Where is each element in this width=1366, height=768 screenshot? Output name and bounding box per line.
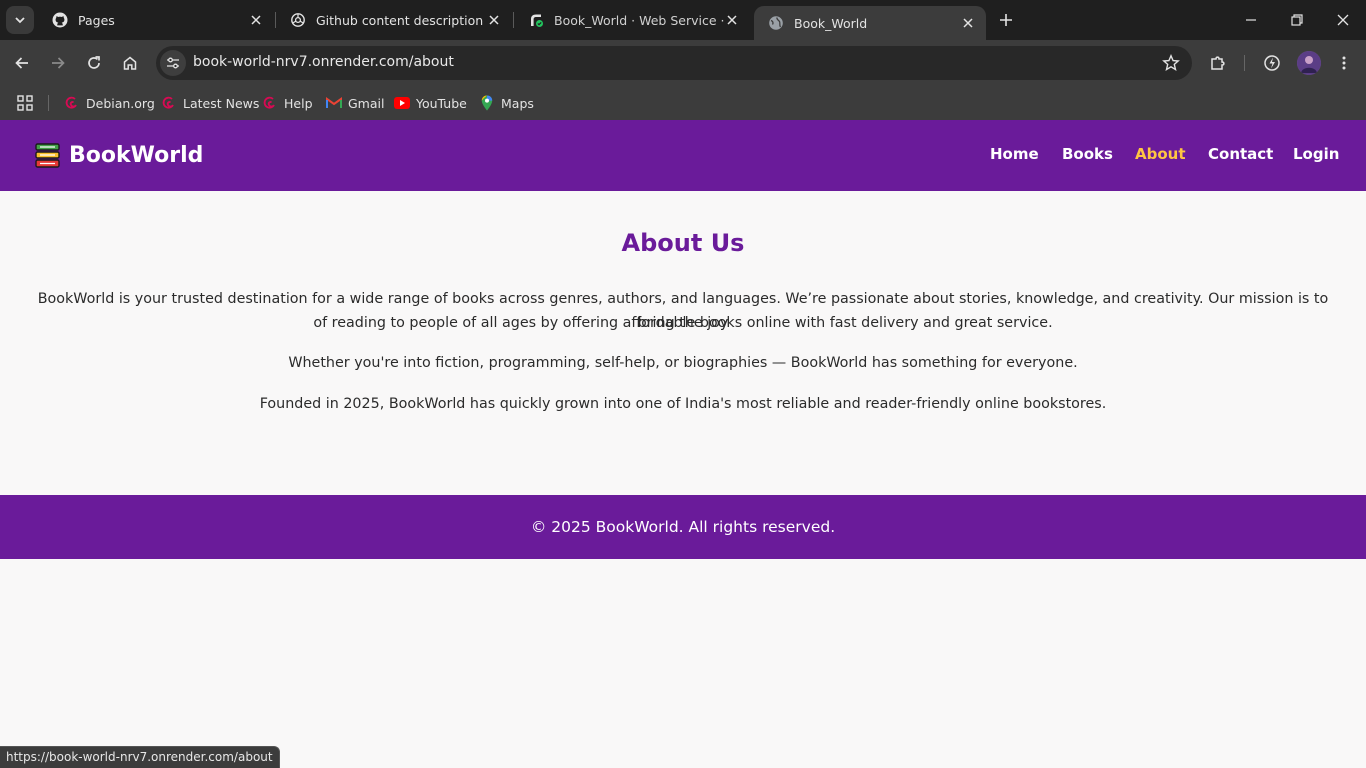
- globe-icon: [769, 16, 783, 30]
- nav-login[interactable]: Login: [1293, 145, 1339, 163]
- minimize-button[interactable]: [1236, 6, 1266, 34]
- bookmark-label: Latest News: [183, 95, 260, 111]
- browser-toolbar: book-world-nrv7.onrender.com/about: [0, 40, 1366, 86]
- page-title: About Us: [621, 229, 745, 257]
- tab-github-content[interactable]: Github content description: [276, 0, 512, 40]
- home-icon: [123, 56, 137, 70]
- close-icon[interactable]: [960, 15, 976, 31]
- tab-title: Github content description: [316, 12, 484, 28]
- about-paragraph-1-line-2: of reading to people of all ages by offe…: [313, 315, 1053, 331]
- about-paragraph-3: Founded in 2025, BookWorld has quickly g…: [259, 396, 1107, 412]
- github-icon: [52, 12, 68, 28]
- close-icon: [1337, 14, 1349, 26]
- bookmarks-bar: Debian.org Latest News Help Gmail YouTub…: [0, 86, 1366, 120]
- reload-button[interactable]: [81, 50, 107, 76]
- toolbar-divider: [1244, 55, 1245, 71]
- bookmark-maps[interactable]: Maps: [479, 92, 534, 114]
- kebab-menu-icon: [1342, 56, 1346, 70]
- tune-icon: [167, 57, 179, 69]
- minimize-icon: [1246, 19, 1256, 21]
- bookmark-divider: [48, 95, 49, 111]
- bookmark-gmail[interactable]: Gmail: [326, 92, 384, 114]
- maps-icon: [479, 95, 495, 111]
- plus-icon: [1000, 14, 1012, 26]
- tab-pages[interactable]: Pages: [38, 0, 274, 40]
- bookmark-label: Maps: [501, 95, 534, 111]
- bookmark-debian[interactable]: Debian.org: [64, 92, 155, 114]
- copyright-text: © 2025 BookWorld. All rights reserved.: [530, 518, 836, 536]
- bookmark-help[interactable]: Help: [262, 92, 313, 114]
- tab-title: Book_World: [794, 15, 868, 31]
- menu-button[interactable]: [1331, 50, 1357, 76]
- bookmark-label: YouTube: [416, 95, 467, 111]
- restore-icon: [1291, 14, 1303, 26]
- books-stack-icon: [35, 143, 60, 168]
- arrow-right-icon: [52, 57, 65, 69]
- bookmark-label: Help: [284, 95, 313, 111]
- render-icon: [531, 14, 543, 27]
- tab-book-world[interactable]: Book_World: [754, 6, 986, 40]
- apps-grid-icon: [17, 95, 33, 111]
- youtube-icon: [394, 95, 410, 111]
- about-section: About Us BookWorld is your trusted desti…: [0, 191, 1366, 495]
- tab-title: Pages: [78, 12, 115, 28]
- site-info-button[interactable]: [160, 50, 186, 76]
- bookmark-label: Debian.org: [86, 95, 155, 111]
- site-header: BookWorld Home Books About Contact Login: [0, 120, 1366, 191]
- arrow-left-icon: [15, 57, 28, 69]
- bookmark-youtube[interactable]: YouTube: [394, 92, 467, 114]
- apps-button[interactable]: [16, 92, 34, 114]
- address-bar[interactable]: book-world-nrv7.onrender.com/about: [156, 46, 1192, 80]
- tab-render-service[interactable]: Book_World · Web Service · Re: [514, 0, 750, 40]
- profile-avatar[interactable]: [1297, 51, 1321, 75]
- tab-title: Book_World · Web Service · Re: [554, 12, 724, 28]
- debian-icon: [161, 95, 177, 111]
- home-button[interactable]: [117, 50, 143, 76]
- close-window-button[interactable]: [1328, 6, 1358, 34]
- debian-icon: [262, 95, 278, 111]
- link-status-url: https://book-world-nrv7.onrender.com/abo…: [0, 746, 280, 768]
- star-icon[interactable]: [1162, 54, 1180, 72]
- chatgpt-icon: [291, 13, 305, 27]
- site-logo[interactable]: BookWorld: [34, 142, 203, 169]
- brand-name: BookWorld: [69, 143, 204, 168]
- reload-icon: [88, 56, 100, 69]
- new-tab-button[interactable]: [994, 8, 1018, 32]
- url-text[interactable]: book-world-nrv7.onrender.com/about: [193, 54, 454, 70]
- bookmark-latest-news[interactable]: Latest News: [161, 92, 259, 114]
- tab-search-button[interactable]: [6, 6, 34, 34]
- nav-home[interactable]: Home: [990, 145, 1039, 163]
- debian-icon: [64, 95, 80, 111]
- nav-about[interactable]: About: [1135, 145, 1186, 163]
- close-icon[interactable]: [486, 12, 502, 28]
- tab-strip: Pages Github content description Book_Wo…: [0, 0, 1366, 40]
- about-paragraph-2: Whether you're into fiction, programming…: [288, 355, 1078, 371]
- gmail-icon: [326, 95, 342, 111]
- site-footer: © 2025 BookWorld. All rights reserved.: [0, 495, 1366, 559]
- performance-button[interactable]: [1259, 50, 1285, 76]
- bookmark-label: Gmail: [348, 95, 385, 111]
- close-icon[interactable]: [248, 12, 264, 28]
- speed-icon: [1264, 55, 1280, 71]
- restore-button[interactable]: [1282, 6, 1312, 34]
- nav-books[interactable]: Books: [1062, 145, 1113, 163]
- chevron-down-icon: [15, 17, 25, 24]
- extensions-button[interactable]: [1205, 50, 1231, 76]
- nav-contact[interactable]: Contact: [1208, 145, 1273, 163]
- forward-button[interactable]: [45, 50, 71, 76]
- close-icon[interactable]: [724, 12, 740, 28]
- puzzle-icon: [1211, 56, 1225, 70]
- back-button[interactable]: [9, 50, 35, 76]
